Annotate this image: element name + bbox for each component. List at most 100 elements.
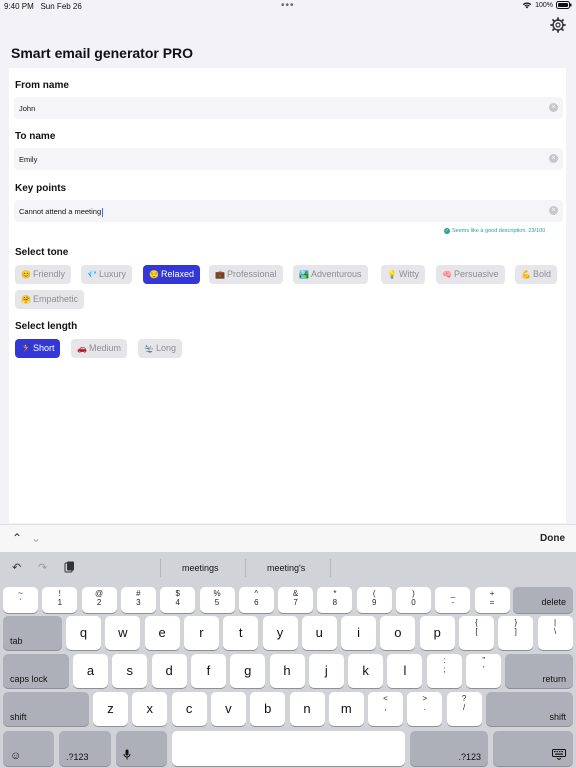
length-chip-short[interactable]: 🏃 Short: [15, 339, 61, 358]
tone-chip-witty[interactable]: 💡 Witty: [381, 265, 425, 284]
clear-from-name-icon[interactable]: ×: [549, 103, 558, 112]
number-row-key[interactable]: #3: [120, 587, 156, 613]
tone-chip-empathetic[interactable]: 🤗 Empathetic: [15, 290, 84, 309]
delete-key[interactable]: delete: [513, 587, 573, 613]
return-key[interactable]: return: [505, 654, 573, 688]
from-name-label: From name: [15, 80, 69, 91]
right-shift-key[interactable]: shift: [486, 692, 573, 726]
clear-key-points-icon[interactable]: ×: [549, 206, 558, 215]
length-chip-long[interactable]: 🛬 Long: [138, 339, 182, 358]
email-form-card: [9, 68, 566, 523]
suggestion-divider: [330, 559, 331, 577]
key-u[interactable]: u: [301, 616, 337, 650]
key-g[interactable]: g: [230, 654, 266, 688]
numbers-toggle-key-right[interactable]: .?123: [410, 731, 488, 766]
key-n[interactable]: n: [289, 692, 325, 726]
tab-key[interactable]: tab: [3, 616, 62, 650]
number-row-key[interactable]: % 5: [199, 587, 235, 613]
from-name-field[interactable]: John ×: [14, 97, 563, 119]
number-row-key[interactable]: ^ 6: [238, 587, 274, 613]
key-q[interactable]: q: [66, 616, 101, 650]
number-row-key[interactable]: ) 0: [396, 587, 431, 613]
key-label: x: [146, 701, 154, 716]
suggestion-1[interactable]: meetings: [182, 563, 219, 573]
number-row-key[interactable]: * 8: [317, 587, 353, 613]
key-c[interactable]: c: [171, 692, 207, 726]
symbol-key[interactable]: ? /: [446, 692, 482, 726]
tone-chip-persuasive[interactable]: 🧠 Persuasive: [436, 265, 505, 284]
key-z[interactable]: z: [93, 692, 128, 726]
relieved-face-icon: 😌: [149, 270, 159, 279]
number-row-key[interactable]: @2: [81, 587, 117, 613]
key-points-field[interactable]: Cannot attend a meeting ×: [14, 200, 563, 222]
key-p[interactable]: p: [419, 616, 455, 650]
multitasking-dots[interactable]: •••: [281, 0, 295, 11]
redo-icon[interactable]: ↷: [38, 561, 47, 574]
key-b[interactable]: b: [250, 692, 286, 726]
key-j[interactable]: j: [308, 654, 344, 688]
paste-icon[interactable]: [64, 561, 75, 576]
key-k[interactable]: k: [348, 654, 384, 688]
symbol-key[interactable]: }]: [498, 616, 534, 650]
symbol-key[interactable]: {[: [459, 616, 494, 650]
key-r[interactable]: r: [183, 616, 219, 650]
number-row-key[interactable]: (9: [356, 587, 392, 613]
emoji-key[interactable]: ☺: [3, 731, 54, 766]
number-row-key[interactable]: $4: [160, 587, 196, 613]
number-row-key[interactable]: ~ `: [3, 587, 38, 613]
suggestion-2[interactable]: meeting's: [267, 563, 305, 573]
symbol-key[interactable]: | \: [537, 616, 573, 650]
tone-chip-bold[interactable]: 💪 Bold: [515, 265, 557, 284]
to-name-field[interactable]: Emily ×: [14, 148, 563, 170]
previous-field-icon[interactable]: ⌃: [12, 531, 22, 545]
tone-chip-luxury[interactable]: 💎 Luxury: [81, 265, 132, 284]
undo-icon[interactable]: ↶: [12, 561, 21, 574]
tone-chip-label: Professional: [226, 269, 277, 279]
numbers-toggle-key-left[interactable]: .?123: [59, 731, 111, 766]
tone-chip-professional[interactable]: 💼 Professional: [209, 265, 283, 284]
symbol-key[interactable]: <,: [368, 692, 403, 726]
tone-chip-adventurous[interactable]: 🏞️ Adventurous: [293, 265, 368, 284]
key-x[interactable]: x: [132, 692, 168, 726]
key-h[interactable]: h: [269, 654, 305, 688]
key-o[interactable]: o: [380, 616, 416, 650]
symbol-key[interactable]: :;: [427, 654, 462, 688]
next-field-icon[interactable]: ⌄: [31, 531, 41, 545]
key-l[interactable]: l: [387, 654, 423, 688]
key-w[interactable]: w: [105, 616, 141, 650]
key-y[interactable]: y: [262, 616, 298, 650]
key-v[interactable]: v: [210, 692, 246, 726]
hugging-face-icon: 🤗: [21, 295, 31, 304]
key-label-lower: 6: [254, 598, 259, 607]
number-row-key[interactable]: & 7: [278, 587, 314, 613]
number-row-key[interactable]: _ -: [435, 587, 471, 613]
key-label: u: [315, 625, 323, 640]
number-row-key[interactable]: + =: [474, 587, 510, 613]
key-s[interactable]: s: [112, 654, 148, 688]
tone-chip-friendly[interactable]: 😊 Friendly: [15, 265, 71, 284]
length-chip-medium[interactable]: 🚗 Medium: [71, 339, 127, 358]
key-a[interactable]: a: [73, 654, 108, 688]
caps-lock-key[interactable]: caps lock: [3, 654, 69, 688]
symbol-key[interactable]: >.: [407, 692, 443, 726]
key-label-lower: 0: [411, 598, 416, 607]
battery-percent: 100%: [535, 1, 553, 9]
key-label: a: [86, 663, 95, 678]
done-button[interactable]: Done: [540, 533, 565, 544]
number-row-key[interactable]: ! 1: [42, 587, 78, 613]
tone-chip-relaxed[interactable]: 😌 Relaxed: [143, 265, 200, 284]
key-d[interactable]: d: [151, 654, 187, 688]
key-e[interactable]: e: [144, 616, 180, 650]
dictation-key[interactable]: [116, 731, 167, 766]
key-i[interactable]: i: [341, 616, 377, 650]
key-label-upper: ": [482, 656, 486, 665]
key-t[interactable]: t: [223, 616, 259, 650]
symbol-key[interactable]: " ': [466, 654, 502, 688]
space-bar[interactable]: [172, 731, 405, 766]
clear-to-name-icon[interactable]: ×: [549, 154, 558, 163]
key-m[interactable]: m: [328, 692, 364, 726]
settings-button[interactable]: [550, 17, 566, 33]
key-f[interactable]: f: [190, 654, 226, 688]
dismiss-keyboard-key[interactable]: [493, 731, 573, 766]
left-shift-key[interactable]: shift: [3, 692, 89, 726]
